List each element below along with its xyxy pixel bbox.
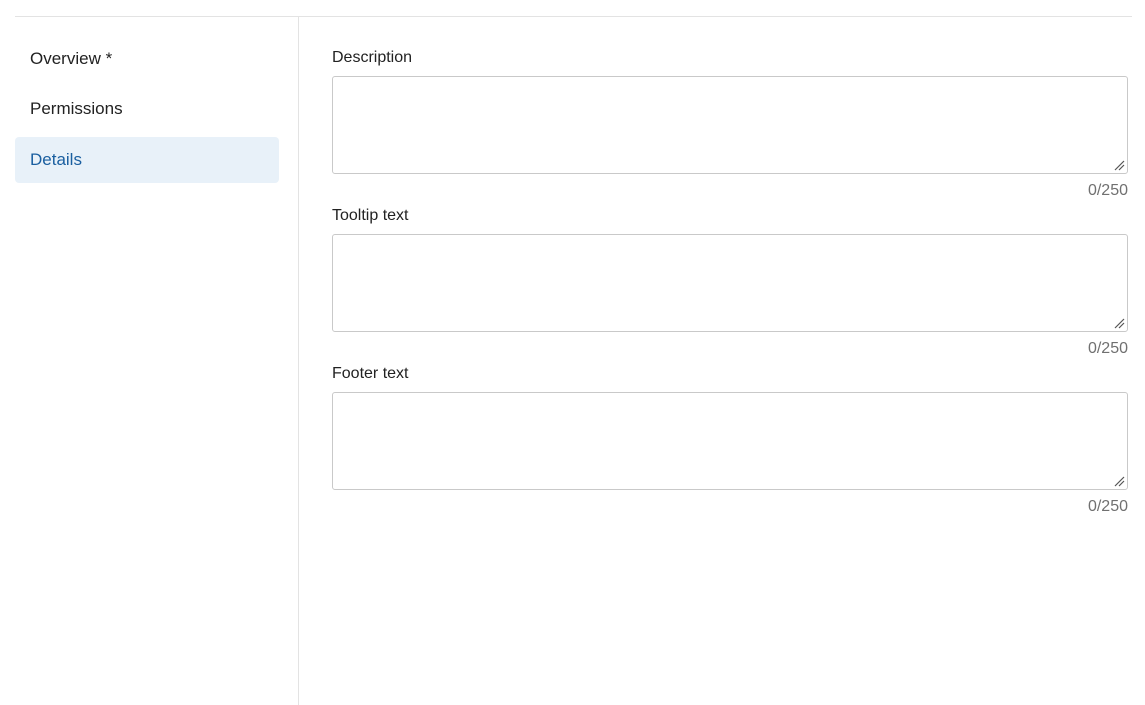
sidebar-item-label: Permissions (30, 99, 123, 118)
sidebar-nav: Overview * Permissions Details (0, 17, 299, 705)
tooltip-text-char-counter: 0/250 (1087, 340, 1128, 357)
tooltip-text-field-wrapper (332, 234, 1128, 332)
details-form: Description 0/250 Tooltip text 0/250 Foo… (299, 17, 1145, 705)
footer-text-textarea[interactable] (333, 393, 1127, 489)
resize-handle-icon[interactable] (1114, 476, 1125, 487)
description-label: Description (332, 49, 413, 66)
resize-handle-icon[interactable] (1114, 160, 1125, 171)
sidebar-item-label: Details (30, 150, 82, 169)
description-char-counter: 0/250 (1087, 182, 1128, 199)
tooltip-text-label: Tooltip text (332, 207, 409, 224)
description-field-wrapper (332, 76, 1128, 174)
sidebar-item-label: Overview * (30, 49, 113, 68)
sidebar-item-permissions[interactable]: Permissions (15, 86, 279, 132)
sidebar-item-details[interactable]: Details (15, 137, 279, 183)
tooltip-text-textarea[interactable] (333, 235, 1127, 331)
footer-text-char-counter: 0/250 (1087, 498, 1128, 515)
footer-text-label: Footer text (332, 365, 409, 382)
resize-handle-icon[interactable] (1114, 318, 1125, 329)
description-textarea[interactable] (333, 77, 1127, 173)
footer-text-field-wrapper (332, 392, 1128, 490)
sidebar-item-overview[interactable]: Overview * (15, 36, 279, 82)
